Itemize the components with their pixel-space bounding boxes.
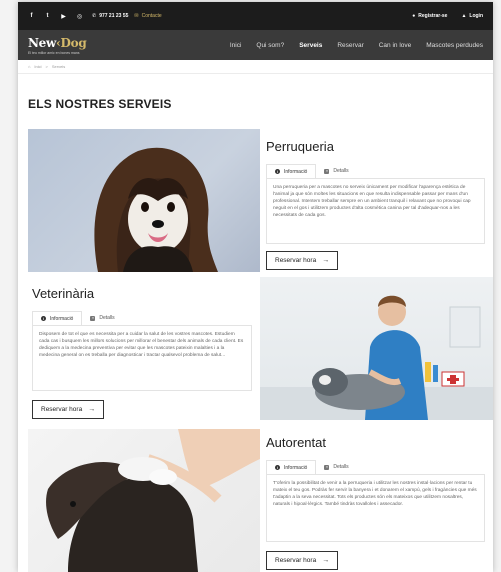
- button-label: Reservar hora: [275, 257, 317, 264]
- tab-informacio[interactable]: i Informació: [266, 164, 317, 178]
- tab-informacio-label: Informació: [284, 168, 308, 175]
- home-icon[interactable]: ⌂: [28, 64, 30, 69]
- phone-icon: ✆: [92, 13, 97, 19]
- service-tabs-veterinaria: i Informació ≡ Detalls: [32, 311, 123, 325]
- breadcrumb-current: Serveis: [51, 64, 66, 69]
- info-icon: i: [41, 316, 46, 321]
- service-tabs-autorentat: i Informació ≡ Detalls: [266, 460, 357, 474]
- service-title-veterinaria: Veterinària: [32, 286, 95, 301]
- lock-icon: ▲: [461, 13, 467, 19]
- service-description-autorentat: T'oferim la possibilitat de venir a la p…: [266, 474, 485, 542]
- tab-detalls-label: Detalls: [333, 168, 349, 174]
- menu-item-mascotes-perdudes[interactable]: Mascotes perdudes: [426, 42, 483, 49]
- arrow-right-icon: →: [322, 257, 330, 264]
- vet-with-dog-image: [260, 295, 493, 420]
- logo-text-new: New: [28, 35, 57, 50]
- contact-label: Contacte: [141, 13, 162, 19]
- arrow-right-icon: →: [322, 557, 330, 564]
- contact-link[interactable]: ✉ Contacte: [134, 13, 161, 19]
- user-icon: ●: [412, 13, 416, 19]
- reservar-hora-button-veterinaria[interactable]: Reservar hora →: [32, 400, 105, 419]
- facebook-icon[interactable]: f: [28, 13, 35, 19]
- arrow-right-icon: →: [88, 406, 96, 413]
- service-title-autorentat: Autorentat: [266, 435, 326, 450]
- list-icon: ≡: [324, 464, 330, 470]
- menu-item-serveis[interactable]: Serveis: [299, 42, 322, 49]
- logo[interactable]: New‹Dog El teu millor amic en bones mans: [28, 35, 87, 55]
- login-link[interactable]: ▲ Login: [461, 13, 483, 19]
- tab-detalls[interactable]: ≡ Detalls: [316, 460, 356, 474]
- tab-detalls[interactable]: ≡ Detalls: [82, 311, 122, 325]
- register-label: Registrar-se: [418, 13, 448, 19]
- button-label: Reservar hora: [275, 557, 317, 564]
- menu-item-qui-som[interactable]: Qui som?: [256, 42, 284, 49]
- login-label: Login: [469, 13, 483, 19]
- service-title-perruqueria: Perruqueria: [266, 139, 334, 154]
- veterinaria-photo: [260, 277, 493, 420]
- reservar-hora-button-perruqueria[interactable]: Reservar hora →: [266, 251, 339, 270]
- menu-item-reservar[interactable]: Reservar: [337, 42, 363, 49]
- list-icon: ≡: [90, 315, 96, 321]
- tab-detalls[interactable]: ≡ Detalls: [316, 164, 356, 178]
- top-bar: f t ▶ ◎ ✆ 977 21 23 55 ✉ Contacte ● Regi…: [18, 2, 493, 30]
- button-label: Reservar hora: [41, 406, 83, 413]
- tab-informacio-label: Informació: [284, 464, 308, 471]
- menu-item-inici[interactable]: Inici: [230, 42, 242, 49]
- list-icon: ≡: [324, 168, 330, 174]
- autorentat-photo: [28, 429, 260, 572]
- service-tabs-perruqueria: i Informació ≡ Detalls: [266, 164, 357, 178]
- service-description-perruqueria: Una perruqueria per a mascotes no servei…: [266, 178, 485, 244]
- instagram-icon[interactable]: ◎: [76, 13, 83, 20]
- twitter-icon[interactable]: t: [44, 13, 51, 19]
- tab-informacio[interactable]: i Informació: [32, 311, 83, 325]
- register-link[interactable]: ● Registrar-se: [412, 13, 447, 19]
- service-description-veterinaria: Disposem de tot el que es necessita per …: [32, 325, 252, 391]
- social-links: f t ▶ ◎: [28, 13, 83, 20]
- info-icon: i: [275, 465, 280, 470]
- breadcrumb-home[interactable]: Inici: [34, 64, 41, 69]
- perruqueria-photo: [28, 129, 260, 272]
- menu-item-can-in-love[interactable]: Can in love: [379, 42, 412, 49]
- tab-detalls-label: Detalls: [333, 464, 349, 470]
- tab-informacio[interactable]: i Informació: [266, 460, 317, 474]
- phone-number: 977 21 23 55: [99, 13, 129, 19]
- page: f t ▶ ◎ ✆ 977 21 23 55 ✉ Contacte ● Regi…: [18, 2, 493, 572]
- dog-with-wig-image: [94, 147, 218, 272]
- tab-detalls-label: Detalls: [99, 315, 115, 321]
- reservar-hora-button-autorentat[interactable]: Reservar hora →: [266, 551, 339, 570]
- info-icon: i: [275, 169, 280, 174]
- menu: Inici Qui som? Serveis Reservar Can in l…: [230, 42, 483, 49]
- phone-link[interactable]: ✆ 977 21 23 55: [92, 13, 128, 19]
- main-nav: New‹Dog El teu millor amic en bones mans…: [18, 30, 493, 60]
- page-title: ELS NOSTRES SERVEIS: [28, 97, 172, 111]
- youtube-icon[interactable]: ▶: [60, 13, 67, 20]
- breadcrumb-separator: >: [45, 64, 48, 69]
- logo-text-dog: Dog: [60, 35, 87, 50]
- mail-icon: ✉: [134, 13, 139, 19]
- dog-washing-image: [46, 429, 260, 572]
- tab-informacio-label: Informació: [50, 315, 74, 322]
- logo-tagline: El teu millor amic en bones mans: [28, 50, 80, 55]
- breadcrumb: ⌂ Inici > Serveis: [18, 60, 493, 74]
